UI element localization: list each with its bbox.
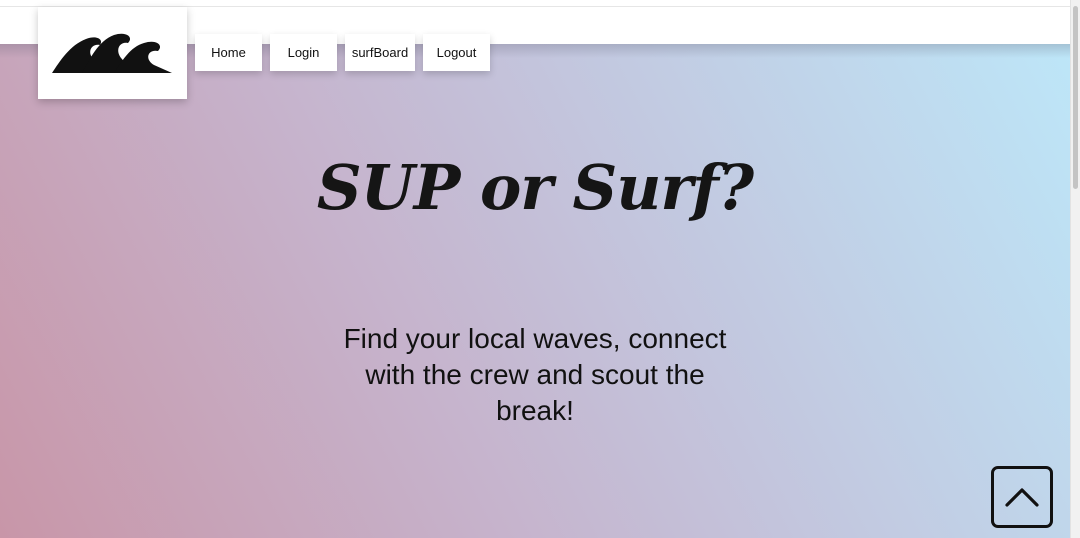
nav-login-button[interactable]: Login (270, 34, 337, 71)
nav-home-button[interactable]: Home (195, 34, 262, 71)
back-to-top-button[interactable] (991, 466, 1053, 528)
top-border (0, 0, 1070, 7)
nav-surfboard-button[interactable]: surfBoard (345, 34, 415, 71)
vertical-scrollbar[interactable] (1070, 0, 1080, 538)
waves-logo-icon (51, 33, 172, 73)
logo-link[interactable] (38, 7, 187, 99)
page: SUP or Surf? Find your local waves, conn… (0, 0, 1070, 538)
nav-logout-button[interactable]: Logout (423, 34, 490, 71)
chevron-up-icon (1005, 488, 1039, 507)
hero-title: SUP or Surf? (316, 151, 754, 224)
hero-section (0, 44, 1070, 538)
scrollbar-thumb[interactable] (1073, 6, 1078, 189)
hero-subtitle: Find your local waves, connect with the … (343, 323, 727, 426)
main-nav: Home Login surfBoard Logout (195, 34, 490, 71)
